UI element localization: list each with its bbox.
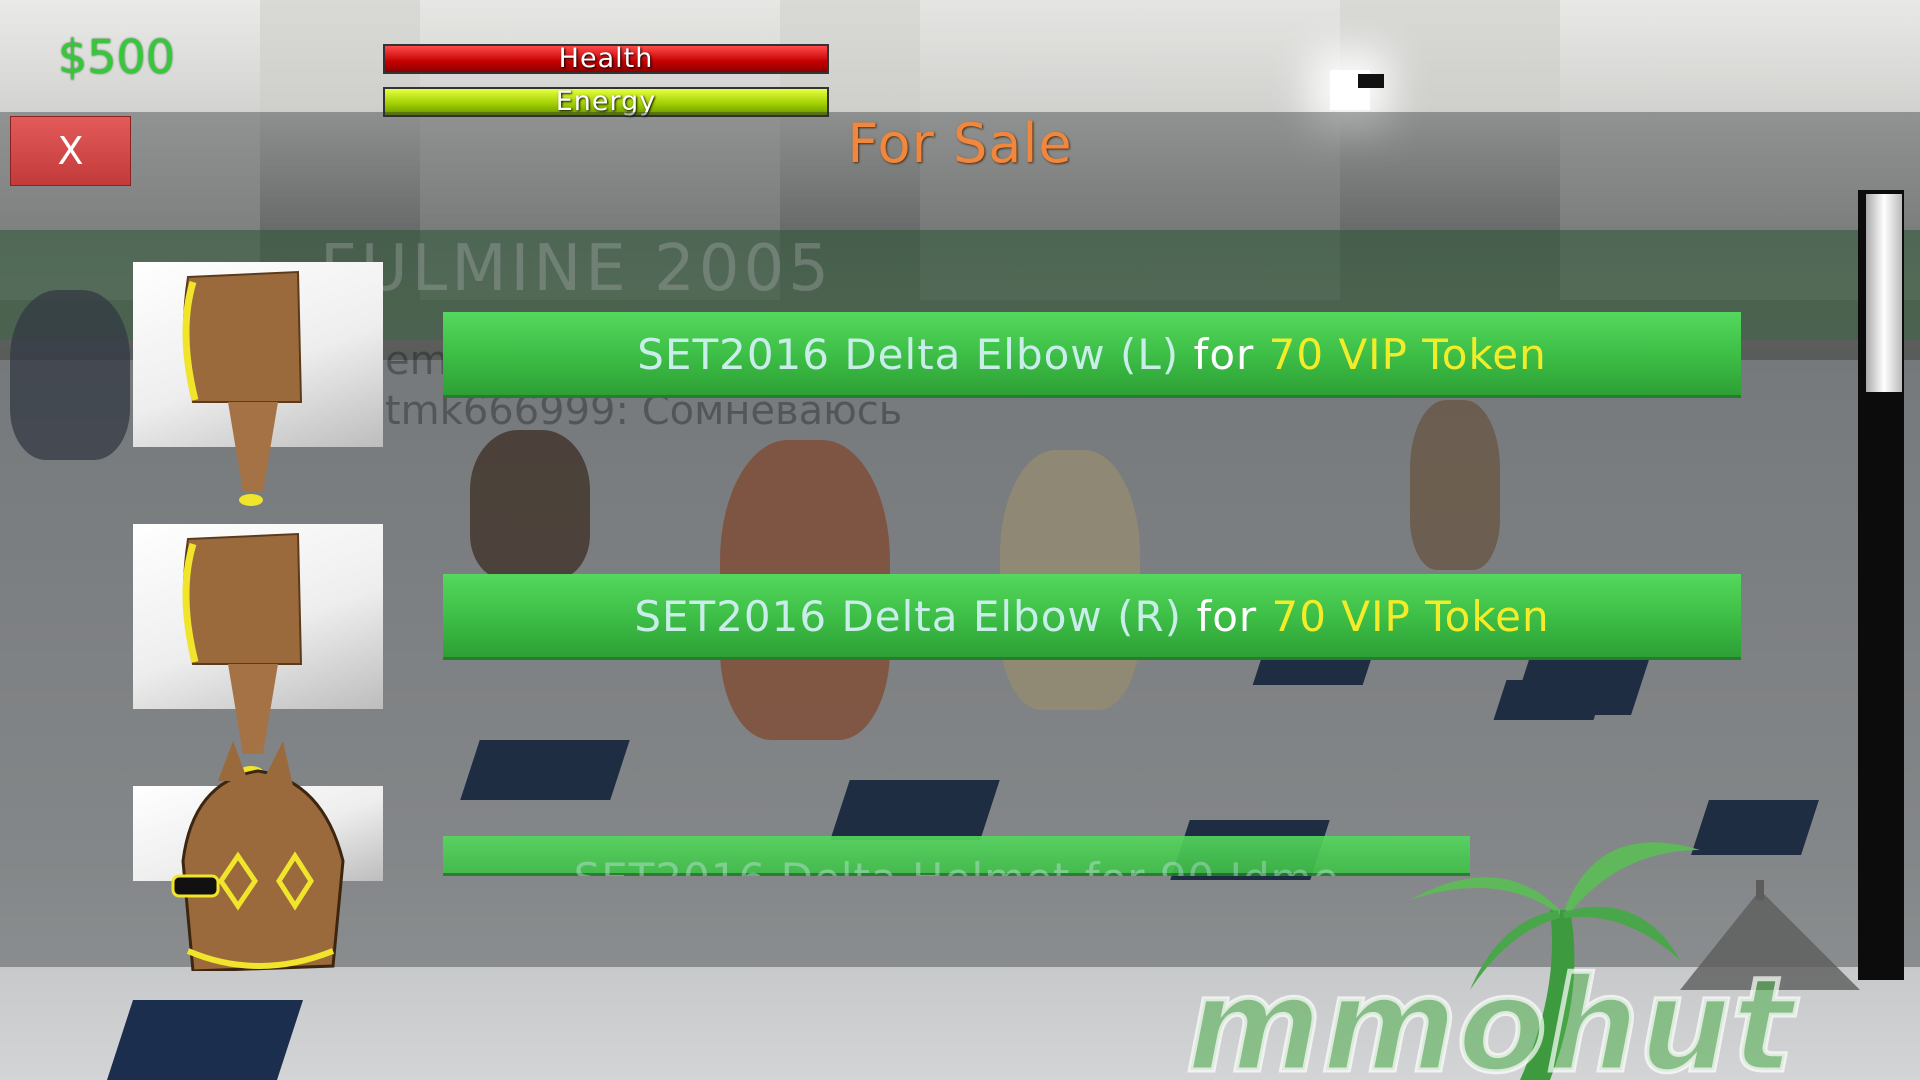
buy-item-button[interactable]: SET2016 Delta Elbow (R) for 70 VIP Token xyxy=(443,574,1741,660)
watermark-text: mmohut xyxy=(1186,949,1798,1080)
scrollbar-thumb[interactable] xyxy=(1866,194,1902,392)
item-for: for xyxy=(1193,330,1255,379)
elbow-pad-icon xyxy=(182,270,303,506)
helmet-icon xyxy=(171,741,345,971)
item-name: SET2016 Delta Elbow (R) xyxy=(634,592,1183,641)
item-thumbnail xyxy=(133,524,383,778)
item-price: 70 VIP Token xyxy=(1271,592,1550,641)
item-name: SET2016 Delta Elbow (L) xyxy=(637,330,1180,379)
item-thumbnail xyxy=(133,741,383,971)
buy-item-button[interactable]: SET2016 Delta Elbow (L) for 70 VIP Token xyxy=(443,312,1741,398)
watermark-logo: mmohut xyxy=(1184,842,1860,1080)
item-price: 70 VIP Token xyxy=(1268,330,1547,379)
item-for: for xyxy=(1196,592,1258,641)
item-thumbnail xyxy=(133,262,383,506)
